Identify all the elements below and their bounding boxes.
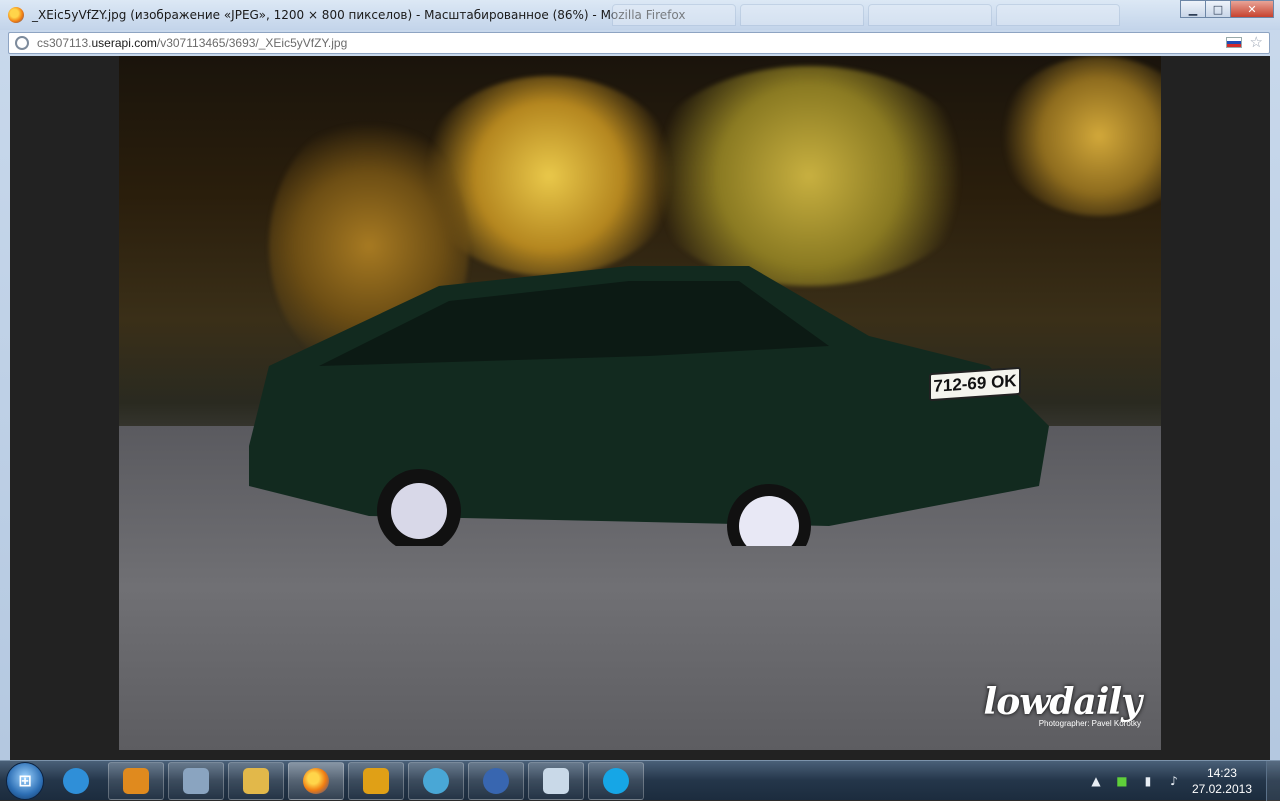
minimize-button[interactable]: ▁ <box>1180 0 1206 18</box>
taskbar-app-thunderbird[interactable] <box>468 761 524 800</box>
close-button[interactable]: ✕ <box>1230 0 1274 18</box>
volume-icon[interactable]: ♪ <box>1166 773 1182 789</box>
start-button[interactable]: ⊞ <box>6 761 44 800</box>
displayed-photo[interactable]: 712-69 OK lowdaily Photographer: Pavel K… <box>119 56 1161 750</box>
taskbar-app-paint[interactable] <box>528 761 584 800</box>
firefox-window: _XEic5yVfZY.jpg (изображение «JPEG», 120… <box>0 0 1280 760</box>
windows-logo-icon: ⊞ <box>18 771 32 790</box>
watermark-logo: lowdaily <box>983 681 1142 723</box>
taskbar-app-firefox[interactable] <box>288 761 344 800</box>
game-icon <box>363 767 389 794</box>
bookmark-star-icon[interactable]: ☆ <box>1250 35 1263 50</box>
signal-strength-icon[interactable]: ▮ <box>1140 773 1156 789</box>
title-bar[interactable]: _XEic5yVfZY.jpg (изображение «JPEG», 120… <box>0 0 1280 30</box>
russian-flag-icon[interactable] <box>1225 37 1242 48</box>
clock-date: 27.02.2013 <box>1191 782 1252 796</box>
window-title: _XEic5yVfZY.jpg (изображение «JPEG», 120… <box>32 8 686 22</box>
ghost-tab <box>868 4 992 26</box>
skype-icon <box>603 767 629 794</box>
url-text[interactable]: cs307113.userapi.com/v307113465/3693/_XE… <box>37 36 347 50</box>
background-window-ghosts <box>612 4 1120 26</box>
maximize-button[interactable]: □ <box>1205 0 1231 18</box>
explorer-folder-icon <box>243 767 269 794</box>
window-controls: ▁ □ ✕ <box>1180 0 1274 18</box>
url-bar-right: ☆ <box>1225 35 1263 50</box>
show-desktop-button[interactable] <box>1266 761 1280 801</box>
system-tray: ▲ ■ ▮ ♪ 14:23 27.02.2013 <box>1088 761 1280 801</box>
network-icon <box>423 767 449 794</box>
page-content: 712-69 OK lowdaily Photographer: Pavel K… <box>10 56 1270 760</box>
paint-icon <box>543 767 569 794</box>
address-bar[interactable]: cs307113.userapi.com/v307113465/3693/_XE… <box>8 32 1270 54</box>
security-shield-icon[interactable]: ■ <box>1114 773 1130 789</box>
taskbar-app-ie[interactable] <box>48 762 104 800</box>
url-host: userapi.com <box>91 36 157 50</box>
site-identity-icon[interactable] <box>15 36 29 50</box>
show-hidden-icons-icon[interactable]: ▲ <box>1088 773 1104 789</box>
firefox-icon <box>8 7 24 23</box>
ghost-tab <box>996 4 1120 26</box>
media-player-icon <box>123 767 149 794</box>
clock[interactable]: 14:23 27.02.2013 <box>1192 765 1252 797</box>
taskbar-app-network[interactable] <box>408 761 464 800</box>
internet-explorer-icon <box>63 767 89 794</box>
taskbar-app-calculator[interactable] <box>168 761 224 800</box>
firefox-icon <box>303 767 329 794</box>
url-path: /v307113465/3693/_XEic5yVfZY.jpg <box>156 36 348 50</box>
taskbar-app-media-player[interactable] <box>108 761 164 800</box>
taskbar-app-game[interactable] <box>348 761 404 800</box>
taskbar-app-skype[interactable] <box>588 761 644 800</box>
clock-time: 14:23 <box>1206 766 1237 780</box>
taskbar-app-explorer[interactable] <box>228 761 284 800</box>
thunderbird-icon <box>483 767 509 794</box>
ghost-tab <box>740 4 864 26</box>
ghost-tab <box>612 4 736 26</box>
calculator-icon <box>183 767 209 794</box>
windows-taskbar: ⊞ ▲ ■ ▮ ♪ 14:23 27.02.2013 <box>0 760 1280 801</box>
photo-watermark: lowdaily Photographer: Pavel Korotky <box>983 681 1142 728</box>
url-prefix: cs307113. <box>37 36 92 50</box>
